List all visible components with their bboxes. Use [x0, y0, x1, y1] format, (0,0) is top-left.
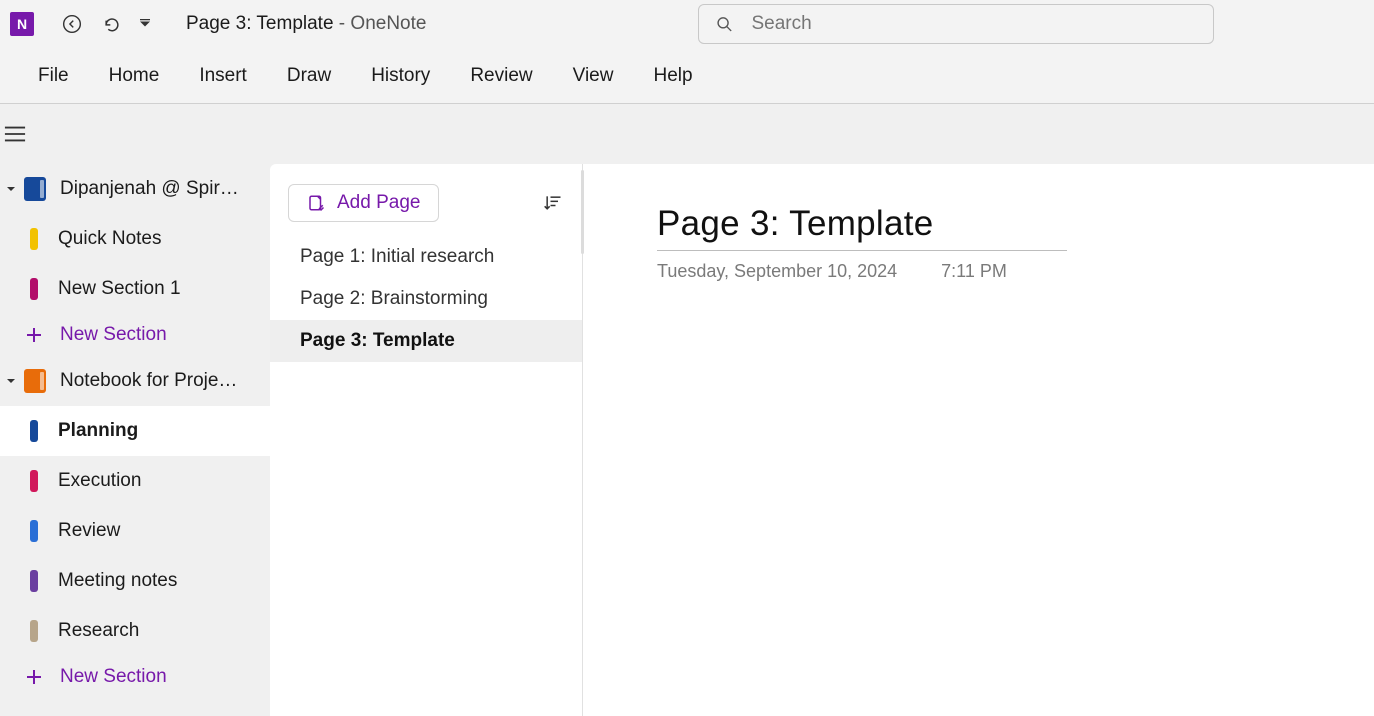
customize-quick-access-button[interactable] [132, 4, 158, 44]
search-icon [715, 14, 733, 34]
add-page-button[interactable]: Add Page [288, 184, 439, 222]
nav-toggle-row [0, 104, 1374, 164]
back-button[interactable] [52, 4, 92, 44]
search-input[interactable] [751, 13, 1197, 35]
section-color-tab [30, 278, 38, 300]
notebook-item[interactable]: Dipanjenah @ Spiral... [0, 164, 270, 214]
new-section-label: New Section [60, 666, 167, 688]
section-color-tab [30, 470, 38, 492]
section-label: Research [58, 620, 139, 642]
page-date[interactable]: Tuesday, September 10, 2024 [657, 261, 897, 282]
ribbon-tab-review[interactable]: Review [450, 48, 552, 103]
pages-toolbar: Add Page [270, 184, 582, 236]
page-item[interactable]: Page 2: Brainstorming [270, 278, 582, 320]
page-time[interactable]: 7:11 PM [941, 261, 1007, 282]
notebook-label: Dipanjenah @ Spiral... [60, 178, 240, 200]
section-color-tab [30, 228, 38, 250]
section-item[interactable]: Meeting notes [0, 556, 270, 606]
panel-resize-handle[interactable] [578, 164, 584, 716]
window-title-app: - OneNote [334, 13, 427, 34]
section-label: New Section 1 [58, 278, 181, 300]
new-section-label: New Section [60, 324, 167, 346]
page-item[interactable]: Page 1: Initial research [270, 236, 582, 278]
plus-icon [26, 327, 42, 343]
pages-panel: Add Page Page 1: Initial researchPage 2:… [270, 164, 583, 716]
section-label: Planning [58, 420, 138, 442]
page-metadata: Tuesday, September 10, 2024 7:11 PM [657, 261, 1374, 282]
notebook-icon [24, 177, 46, 201]
ribbon-tab-help[interactable]: Help [633, 48, 712, 103]
sort-pages-button[interactable] [538, 188, 568, 218]
window-title-page: Page 3: Template [186, 13, 334, 34]
ribbon: FileHomeInsertDrawHistoryReviewViewHelp [0, 48, 1374, 104]
notebook-label: Notebook for Project A [60, 370, 240, 392]
undo-button[interactable] [92, 4, 132, 44]
section-color-tab [30, 570, 38, 592]
notebook-icon [24, 369, 46, 393]
plus-icon [26, 669, 42, 685]
section-label: Review [58, 520, 120, 542]
section-item[interactable]: Planning [0, 406, 270, 456]
sort-icon [543, 193, 563, 213]
page-item[interactable]: Page 3: Template [270, 320, 582, 362]
section-label: Execution [58, 470, 141, 492]
page-title[interactable]: Page 3: Template [657, 204, 1067, 251]
chevron-down-icon [4, 376, 18, 386]
ribbon-tab-view[interactable]: View [553, 48, 634, 103]
section-item[interactable]: Review [0, 506, 270, 556]
section-item[interactable]: Research [0, 606, 270, 656]
ribbon-tab-history[interactable]: History [351, 48, 450, 103]
add-page-icon [307, 194, 325, 212]
new-section-button[interactable]: New Section [0, 656, 270, 698]
new-section-button[interactable]: New Section [0, 314, 270, 356]
app-icon: N [10, 12, 34, 36]
ribbon-tab-file[interactable]: File [18, 48, 89, 103]
section-label: Meeting notes [58, 570, 177, 592]
section-item[interactable]: New Section 1 [0, 264, 270, 314]
notebook-item[interactable]: Notebook for Project A [0, 356, 270, 406]
ribbon-tab-insert[interactable]: Insert [179, 48, 267, 103]
add-page-label: Add Page [337, 192, 420, 214]
ribbon-tab-draw[interactable]: Draw [267, 48, 351, 103]
page-content[interactable]: Page 3: Template Tuesday, September 10, … [583, 164, 1374, 716]
section-item[interactable]: Quick Notes [0, 214, 270, 264]
ribbon-tab-home[interactable]: Home [89, 48, 180, 103]
window-title: Page 3: Template - OneNote [186, 13, 426, 35]
section-color-tab [30, 520, 38, 542]
search-box[interactable] [698, 4, 1214, 44]
nav-toggle-button[interactable] [2, 114, 28, 154]
notebook-panel: Dipanjenah @ Spiral... Quick Notes New S… [0, 164, 270, 716]
section-color-tab [30, 620, 38, 642]
titlebar: N Page 3: Template - OneNote [0, 0, 1374, 48]
section-color-tab [30, 420, 38, 442]
section-item[interactable]: Execution [0, 456, 270, 506]
main-area: Dipanjenah @ Spiral... Quick Notes New S… [0, 164, 1374, 716]
chevron-down-icon [4, 184, 18, 194]
section-label: Quick Notes [58, 228, 161, 250]
